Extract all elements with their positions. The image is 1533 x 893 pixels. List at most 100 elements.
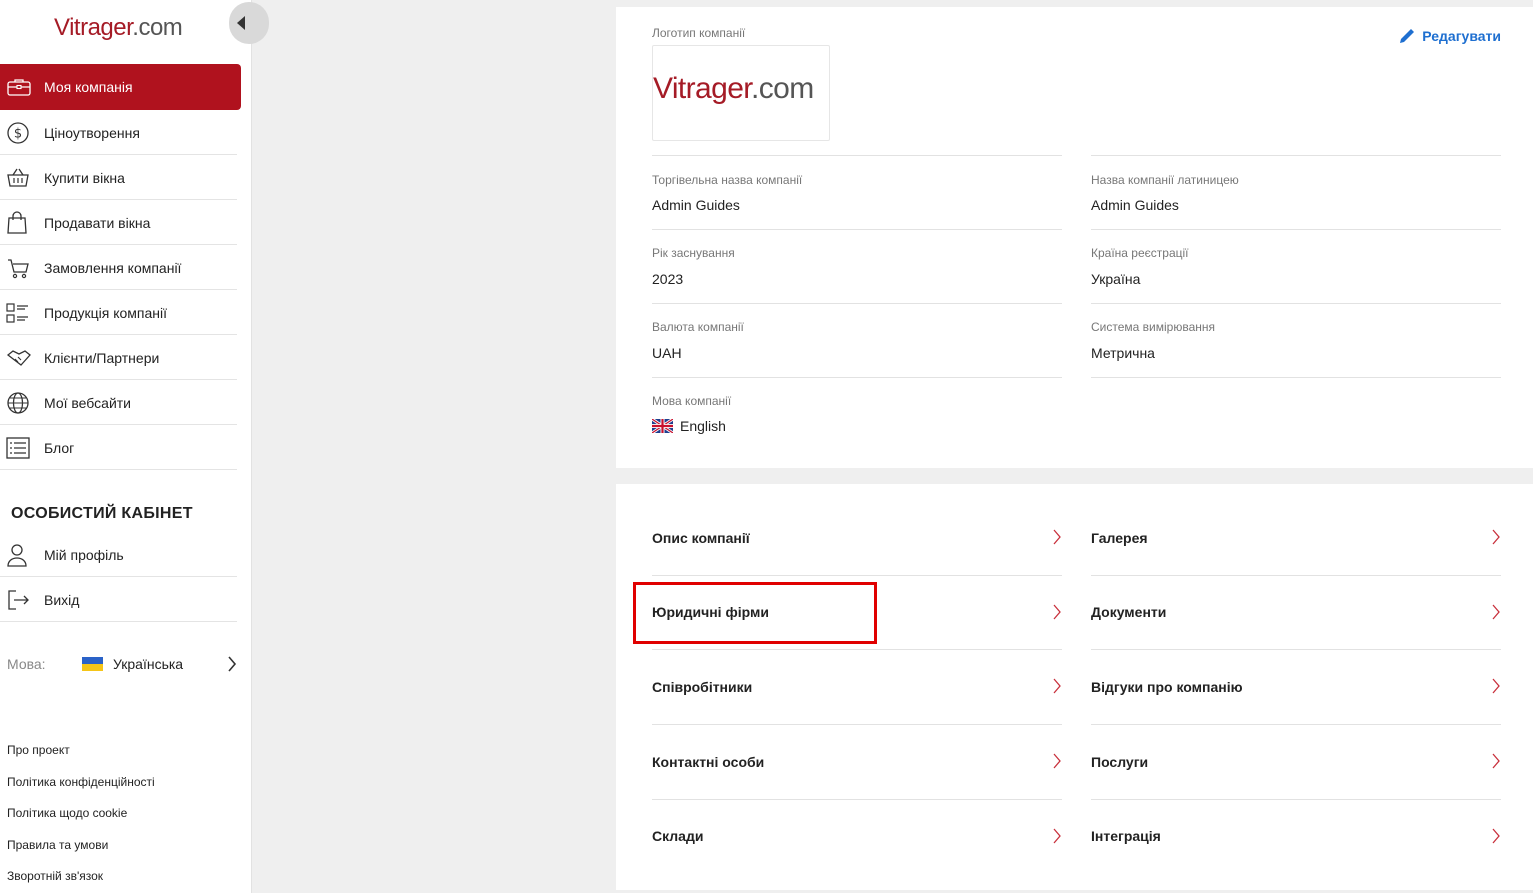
company-logo: Vitrager.com	[652, 45, 830, 141]
section-link-gallery[interactable]: Галерея	[1091, 500, 1501, 575]
section-link-label: Послуги	[1091, 753, 1149, 770]
chevron-right-icon	[227, 656, 237, 677]
svg-text:$: $	[14, 126, 22, 141]
latin-name-value: Admin Guides	[1091, 197, 1179, 213]
sidebar-item-pricing[interactable]: $ Ціноутворення	[0, 110, 241, 155]
section-link-employees[interactable]: Співробітники	[652, 649, 1062, 724]
section-link-company-description[interactable]: Опис компанії	[652, 500, 1062, 575]
section-link-services[interactable]: Послуги	[1091, 724, 1501, 799]
basket-icon	[0, 167, 44, 189]
company-logo-tld: .com	[751, 72, 814, 105]
sidebar-item-logout[interactable]: Вихід	[0, 577, 241, 622]
section-link-company-reviews[interactable]: Відгуки про компанію	[1091, 649, 1501, 724]
company-sections-card: Опис компанії Юридичні фірми Співробітники…	[616, 484, 1533, 890]
sidebar-item-label: Купити вікна	[44, 169, 125, 186]
sidebar-item-sell-windows[interactable]: Продавати вікна	[0, 200, 241, 245]
latin-name-label: Назва компанії латиницею	[1091, 173, 1239, 187]
sidebar-item-company-products[interactable]: Продукція компанії	[0, 290, 241, 335]
company-language-value: English	[680, 418, 726, 434]
section-link-label: Відгуки про компанію	[1091, 678, 1243, 695]
product-list-icon	[0, 302, 44, 324]
trade-name-label: Торгівельна назва компанії	[652, 173, 803, 187]
section-link-label: Співробітники	[652, 678, 753, 695]
sidebar-item-blog[interactable]: Блог	[0, 425, 241, 470]
section-link-label: Склади	[652, 828, 704, 845]
language-value: Українська	[113, 656, 184, 672]
company-language-label: Мова компанії	[652, 394, 732, 408]
logo-brand: Vitrager	[54, 14, 133, 41]
section-link-label: Опис компанії	[652, 529, 750, 546]
chevron-right-icon	[1491, 678, 1501, 699]
divider	[652, 377, 1062, 378]
divider	[652, 155, 1062, 156]
sidebar-item-buy-windows[interactable]: Купити вікна	[0, 155, 241, 200]
chevron-right-icon	[1491, 529, 1501, 550]
section-link-label: Галерея	[1091, 529, 1148, 546]
sidebar-item-company-orders[interactable]: Замовлення компанії	[0, 245, 241, 290]
personal-nav: Мій профіль Вихід	[0, 532, 241, 622]
globe-icon	[0, 391, 44, 415]
collapse-sidebar-button[interactable]	[229, 2, 269, 44]
section-link-label: Контактні особи	[652, 753, 765, 770]
founding-year-label: Рік заснування	[652, 246, 735, 260]
section-link-label: Юридичні фірми	[652, 604, 769, 621]
chevron-right-icon	[1052, 604, 1062, 625]
country-label: Країна реєстрації	[1091, 246, 1189, 260]
personal-cabinet-heading: ОСОБИСТИЙ КАБІНЕТ	[11, 505, 193, 522]
section-link-warehouses[interactable]: Склади	[652, 799, 1062, 874]
country-value: Україна	[1091, 271, 1141, 287]
blog-list-icon	[0, 436, 44, 459]
edit-button-label: Редагувати	[1422, 28, 1501, 44]
sidebar-item-label: Продукція компанії	[44, 304, 168, 321]
footer-link-about[interactable]: Про проект	[7, 742, 155, 774]
language-selector[interactable]: Мова: Українська	[0, 650, 241, 678]
handshake-icon	[0, 347, 44, 369]
footer-link-terms[interactable]: Правила та умови	[7, 837, 155, 869]
sidebar-item-label: Вихід	[44, 591, 80, 608]
chevron-right-icon	[1052, 529, 1062, 550]
sidebar-item-my-profile[interactable]: Мій профіль	[0, 532, 241, 577]
sidebar-item-my-websites[interactable]: Мої вебсайти	[0, 380, 241, 425]
company-info-card: Логотип компанії Редагувати Vitrager.com…	[616, 7, 1533, 468]
chevron-right-icon	[1491, 753, 1501, 774]
divider	[1091, 303, 1501, 304]
user-icon	[0, 543, 44, 567]
founding-year-value: 2023	[652, 271, 684, 287]
main-nav: Моя компанія $ Ціноутворення Купити вікн…	[0, 64, 241, 470]
sidebar-item-my-company[interactable]: Моя компанія	[0, 64, 241, 110]
footer-links: Про проект Політика конфіденційності Пол…	[7, 742, 155, 893]
edit-button[interactable]: Редагувати	[1398, 27, 1501, 45]
section-link-documents[interactable]: Документи	[1091, 575, 1501, 650]
sidebar-item-label: Замовлення компанії	[44, 259, 182, 276]
briefcase-icon	[0, 77, 44, 97]
sidebar-item-label: Мій профіль	[44, 546, 124, 563]
chevron-right-icon	[1052, 828, 1062, 849]
currency-value: UAH	[652, 345, 682, 361]
uk-flag-icon	[652, 419, 673, 433]
footer-link-cookie[interactable]: Політика щодо cookie	[7, 805, 155, 837]
sidebar-item-label: Блог	[44, 439, 75, 456]
logo-label: Логотип компанії	[652, 26, 746, 40]
cart-icon	[0, 256, 44, 280]
sidebar-item-label: Клієнти/Партнери	[44, 349, 160, 366]
section-link-label: Інтеграція	[1091, 828, 1161, 845]
logout-icon	[0, 588, 44, 612]
section-link-legal-entities[interactable]: Юридичні фірми	[652, 575, 1062, 650]
measurement-label: Система вимірювання	[1091, 320, 1215, 334]
chevron-right-icon	[1052, 753, 1062, 774]
sidebar-item-label: Ціноутворення	[44, 124, 140, 141]
section-link-label: Документи	[1091, 604, 1167, 621]
sidebar-item-label: Моя компанія	[44, 79, 133, 95]
footer-link-feedback[interactable]: Зворотній зв'язок	[7, 868, 155, 893]
divider	[1091, 229, 1501, 230]
section-link-integration[interactable]: Інтеграція	[1091, 799, 1501, 874]
dollar-circle-icon: $	[0, 121, 44, 145]
app-logo[interactable]: Vitrager.com	[54, 14, 183, 42]
divider	[1091, 377, 1501, 378]
sidebar: Vitrager.com Моя компанія $ Ціноутворенн…	[0, 0, 252, 893]
currency-label: Валюта компанії	[652, 320, 744, 334]
logo-tld: .com	[132, 14, 183, 41]
sidebar-item-clients-partners[interactable]: Клієнти/Партнери	[0, 335, 241, 380]
section-link-contact-persons[interactable]: Контактні особи	[652, 724, 1062, 799]
footer-link-privacy[interactable]: Політика конфіденційності	[7, 774, 155, 806]
